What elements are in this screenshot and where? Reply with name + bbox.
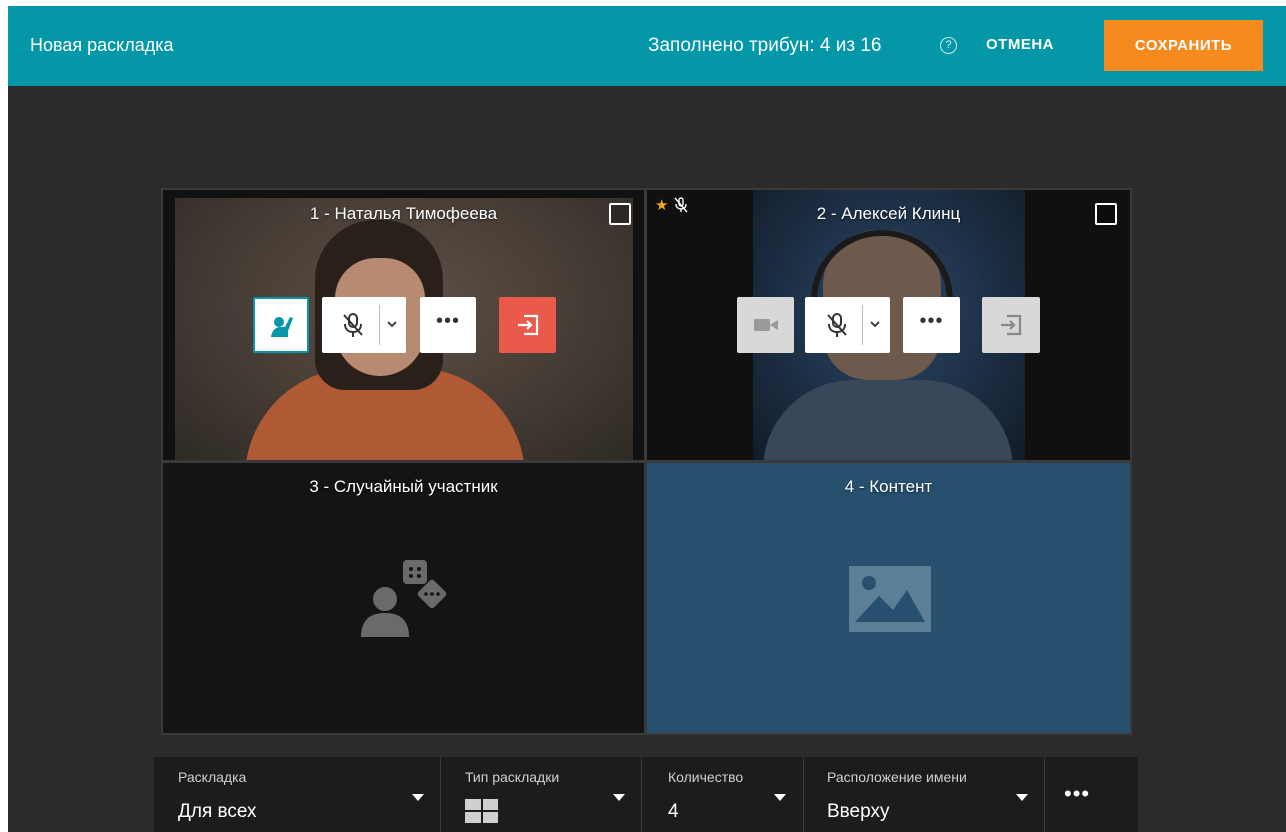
layout-value: Для всех	[178, 801, 257, 822]
caret-down-icon	[1016, 794, 1028, 801]
exit-tribune-button[interactable]	[499, 297, 556, 353]
filled-status: Заполнено трибун: 4 из 16	[648, 35, 882, 56]
page-title: Новая раскладка	[30, 35, 174, 55]
window-edge-left	[0, 0, 8, 832]
count-value: 4	[668, 801, 679, 822]
chevron-down-icon[interactable]	[869, 319, 881, 329]
tile-label: 4 - Контент	[844, 477, 933, 496]
grid-2x2-icon	[465, 799, 498, 823]
header-bar: Новая раскладка Заполнено трибун: 4 из 1…	[8, 6, 1286, 86]
name-position-value: Вверху	[827, 801, 890, 822]
exit-icon	[1001, 314, 1022, 336]
layout-type-label: Тип раскладки	[465, 769, 560, 785]
random-participant-icon	[361, 560, 447, 637]
layout-label: Раскладка	[178, 769, 247, 785]
raise-hand-button[interactable]	[253, 297, 309, 353]
camera-icon	[753, 319, 778, 331]
raise-hand-icon	[271, 317, 293, 337]
tribune-tile-4[interactable]: 4 - Контент	[647, 463, 1130, 733]
name-position-label: Расположение имени	[827, 769, 967, 785]
tile-label: 3 - Случайный участник	[309, 477, 498, 496]
exit-tribune-button[interactable]	[982, 297, 1040, 353]
layout-settings-bar: Раскладка Для всех Тип раскладки Количес…	[154, 757, 1138, 832]
microphone-toggle[interactable]	[805, 297, 890, 353]
tribune-tile-2[interactable]: ★ 2 - Алексей Клинц •••	[647, 190, 1130, 460]
caret-down-icon	[613, 794, 625, 801]
camera-button[interactable]	[737, 297, 794, 353]
tribune-tile-3[interactable]: 3 - Случайный участник	[163, 463, 644, 733]
tile-select-checkbox[interactable]	[1095, 203, 1117, 225]
caret-down-icon	[412, 794, 424, 801]
tile-label: 1 - Наталья Тимофеева	[309, 204, 498, 223]
more-options-button[interactable]: •••	[903, 297, 960, 353]
layout-grid: 1 - Наталья Тимофеева ••• ★ 2 - Алексей …	[161, 188, 1132, 735]
count-select[interactable]: Количество 4	[642, 757, 803, 832]
mic-muted-icon	[826, 313, 847, 337]
layout-select[interactable]: Раскладка Для всех	[154, 757, 440, 832]
exit-icon	[517, 314, 538, 336]
more-icon: •••	[435, 310, 460, 332]
layout-type-select[interactable]: Тип раскладки	[441, 757, 641, 832]
more-options-button[interactable]: •••	[420, 297, 476, 353]
count-label: Количество	[668, 769, 744, 785]
save-button[interactable]: СОХРАНИТЬ	[1104, 20, 1263, 71]
microphone-toggle[interactable]	[322, 297, 406, 353]
more-settings-button[interactable]: •••	[1064, 781, 1090, 807]
mic-muted-icon	[343, 313, 363, 337]
tile-label: 2 - Алексей Клинц	[816, 204, 961, 223]
tribune-tile-1[interactable]: 1 - Наталья Тимофеева •••	[163, 190, 644, 460]
more-icon: •••	[919, 310, 944, 332]
name-position-select[interactable]: Расположение имени Вверху	[804, 757, 1044, 832]
help-icon[interactable]: ?	[940, 37, 957, 54]
chevron-down-icon[interactable]	[386, 319, 398, 329]
image-icon	[849, 566, 931, 632]
tile-select-checkbox[interactable]	[609, 203, 631, 225]
caret-down-icon	[774, 794, 786, 801]
cancel-button[interactable]: ОТМЕНА	[986, 36, 1054, 53]
